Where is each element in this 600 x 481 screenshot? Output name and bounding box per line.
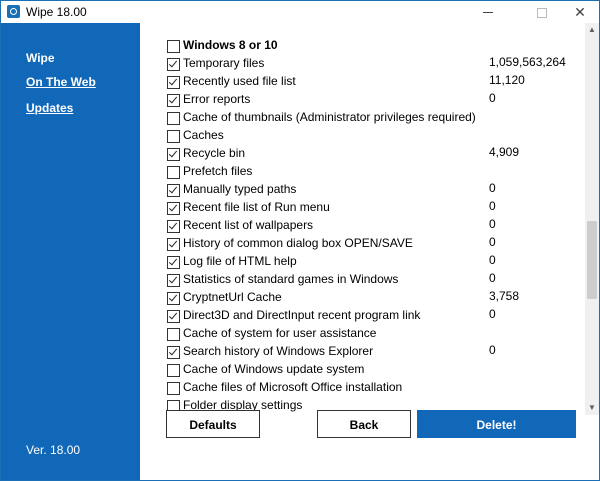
list-item[interactable]: Log file of HTML help 0 xyxy=(167,253,581,271)
list-item-size: 0 xyxy=(489,307,496,321)
minimize-icon xyxy=(483,12,493,14)
title-bar[interactable]: Wipe 18.00 ✕ xyxy=(1,1,599,23)
checkbox[interactable] xyxy=(167,40,180,53)
maximize-icon xyxy=(537,7,547,18)
list-item-label: Log file of HTML help xyxy=(183,254,297,268)
list-item[interactable]: Recent list of wallpapers 0 xyxy=(167,217,581,235)
version-label: Ver. 18.00 xyxy=(26,443,81,457)
checkbox[interactable] xyxy=(167,112,180,125)
checkbox-checked[interactable] xyxy=(167,94,180,107)
scrollbar-thumb[interactable] xyxy=(587,221,597,299)
list-item-size: 3,758 xyxy=(489,289,520,303)
list-item[interactable]: Recent file list of Run menu 0 xyxy=(167,199,581,217)
list-item-size: 11,120 xyxy=(489,73,525,87)
list-item[interactable]: Recently used file list 11,120 xyxy=(167,73,581,91)
list-item[interactable]: Cache of system for user assistance xyxy=(167,325,581,343)
checkbox-checked[interactable] xyxy=(167,292,180,305)
checkbox-checked[interactable] xyxy=(167,76,180,89)
list-item-label: Temporary files xyxy=(183,56,265,70)
list-item[interactable]: Direct3D and DirectInput recent program … xyxy=(167,307,581,325)
list-item-size: 0 xyxy=(489,199,496,213)
scroll-up-icon[interactable]: ▲ xyxy=(585,23,599,37)
list-item-size: 0 xyxy=(489,253,496,267)
list-item-size: 1,059,563,264 xyxy=(489,55,566,69)
list-item-size: 0 xyxy=(489,271,496,285)
list-item[interactable]: Temporary files 1,059,563,264 xyxy=(167,55,581,73)
checkbox-checked[interactable] xyxy=(167,184,180,197)
scroll-down-icon[interactable]: ▼ xyxy=(585,401,599,415)
close-icon: ✕ xyxy=(574,4,586,20)
list-item-label: Cache of thumbnails (Administrator privi… xyxy=(183,110,476,124)
list-item[interactable]: Windows 8 or 10 xyxy=(167,37,581,55)
checkbox-checked[interactable] xyxy=(167,346,180,359)
list-item[interactable]: History of common dialog box OPEN/SAVE 0 xyxy=(167,235,581,253)
list-item-label: Manually typed paths xyxy=(183,182,297,196)
list-item-label: Cache of Windows update system xyxy=(183,362,365,376)
delete-button[interactable]: Delete! xyxy=(417,410,576,438)
list-item-label: Caches xyxy=(183,128,224,142)
list-item[interactable]: Statistics of standard games in Windows 0 xyxy=(167,271,581,289)
list-item[interactable]: Search history of Windows Explorer 0 xyxy=(167,343,581,361)
list-item-size: 0 xyxy=(489,235,496,249)
list-item-label: Cache files of Microsoft Office installa… xyxy=(183,380,403,394)
checkbox[interactable] xyxy=(167,130,180,143)
list-item-label: Prefetch files xyxy=(183,164,253,178)
defaults-button[interactable]: Defaults xyxy=(166,410,260,438)
list-item[interactable]: Recycle bin 4,909 xyxy=(167,145,581,163)
list-item-label: Recently used file list xyxy=(183,74,296,88)
back-button[interactable]: Back xyxy=(317,410,411,438)
checkbox-checked[interactable] xyxy=(167,238,180,251)
checkbox-checked[interactable] xyxy=(167,256,180,269)
list-item-label: Search history of Windows Explorer xyxy=(183,344,374,358)
list-item-label: History of common dialog box OPEN/SAVE xyxy=(183,236,413,250)
sidebar-item-on-the-web[interactable]: On The Web xyxy=(26,75,96,89)
list-item-size: 0 xyxy=(489,343,496,357)
checkbox-checked[interactable] xyxy=(167,202,180,215)
minimize-button[interactable] xyxy=(465,1,511,23)
list-item-size: 0 xyxy=(489,91,496,105)
checkbox-checked[interactable] xyxy=(167,274,180,287)
checkbox-checked[interactable] xyxy=(167,220,180,233)
list-item-size: 0 xyxy=(489,217,496,231)
checkbox-checked[interactable] xyxy=(167,58,180,71)
list-item-label: CryptnetUrl Cache xyxy=(183,290,282,304)
list-item-size: 4,909 xyxy=(489,145,520,159)
close-button[interactable]: ✕ xyxy=(557,1,599,23)
list-item-label: Windows 8 or 10 xyxy=(183,38,278,52)
list-item[interactable]: Caches xyxy=(167,127,581,145)
checkbox[interactable] xyxy=(167,166,180,179)
list-item[interactable]: Cache of Windows update system xyxy=(167,361,581,379)
list-item[interactable]: Manually typed paths 0 xyxy=(167,181,581,199)
list-item-size: 0 xyxy=(489,181,496,195)
sidebar-item-updates[interactable]: Updates xyxy=(26,101,73,115)
list-item-label: Cache of system for user assistance xyxy=(183,326,377,340)
checkbox[interactable] xyxy=(167,382,180,395)
cleanup-item-list[interactable]: Windows 8 or 10 Temporary files 1,059,563,… xyxy=(141,23,585,415)
list-item-label: Recycle bin xyxy=(183,146,246,160)
checkbox[interactable] xyxy=(167,328,180,341)
vertical-scrollbar[interactable]: ▲ ▼ xyxy=(585,23,599,415)
list-item[interactable]: CryptnetUrl Cache 3,758 xyxy=(167,289,581,307)
app-icon xyxy=(7,5,20,18)
checkbox[interactable] xyxy=(167,364,180,377)
list-item-label: Recent list of wallpapers xyxy=(183,218,314,232)
list-item[interactable]: Prefetch files xyxy=(167,163,581,181)
list-item[interactable]: Cache files of Microsoft Office installa… xyxy=(167,379,581,397)
list-item-label: Statistics of standard games in Windows xyxy=(183,272,399,286)
list-item-label: Recent file list of Run menu xyxy=(183,200,330,214)
checkbox-checked[interactable] xyxy=(167,148,180,161)
list-item-label: Error reports xyxy=(183,92,251,106)
checkbox-checked[interactable] xyxy=(167,310,180,323)
list-item[interactable]: Cache of thumbnails (Administrator privi… xyxy=(167,109,581,127)
sidebar: Wipe On The Web Updates Ver. 18.00 xyxy=(1,23,140,480)
list-item[interactable]: Error reports 0 xyxy=(167,91,581,109)
window-title: Wipe 18.00 xyxy=(26,5,87,19)
list-item-label: Direct3D and DirectInput recent program … xyxy=(183,308,421,322)
sidebar-item-wipe[interactable]: Wipe xyxy=(26,51,55,65)
app-window: Wipe 18.00 ✕ Wipe On The Web Updates Ver… xyxy=(0,0,600,481)
